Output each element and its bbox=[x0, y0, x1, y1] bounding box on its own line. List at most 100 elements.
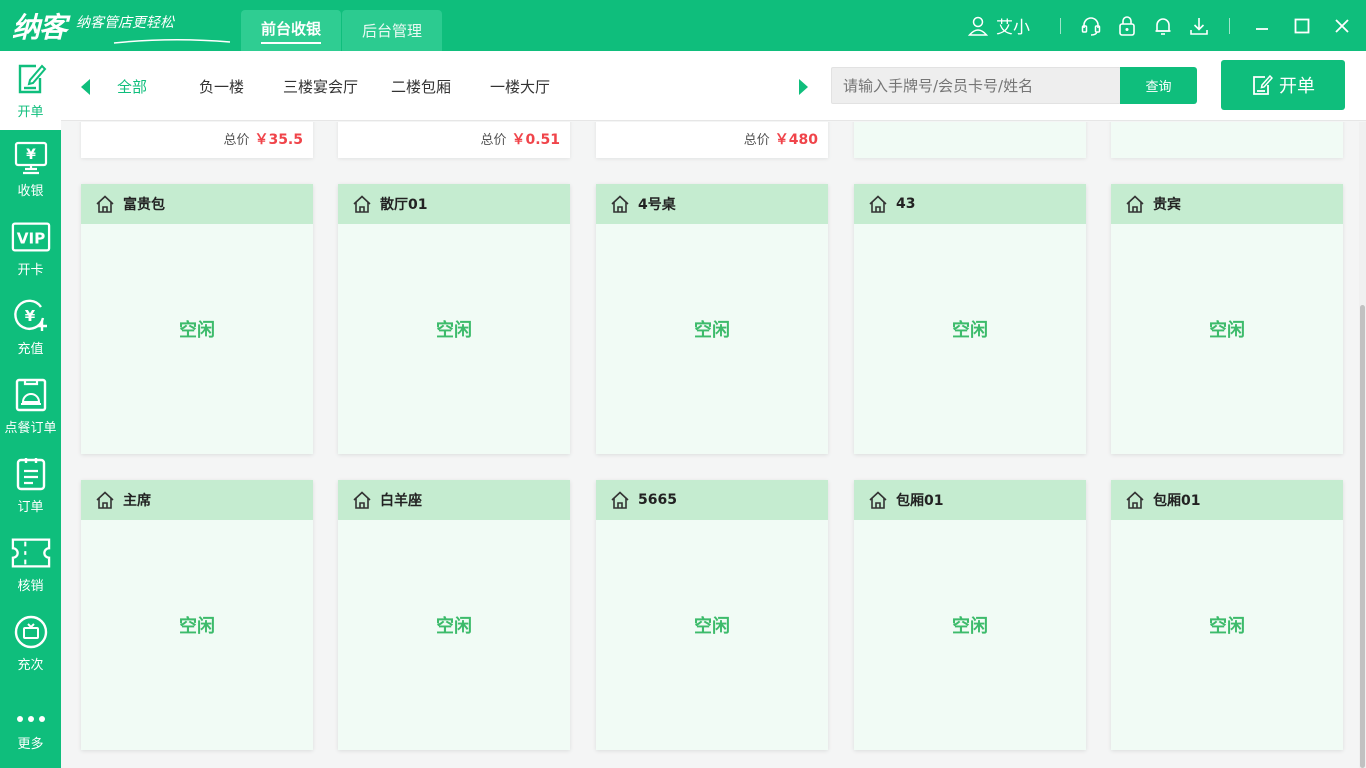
sidebar-item-open-order[interactable]: 开单 bbox=[0, 51, 61, 130]
tab-front-desk-label: 前台收银 bbox=[260, 18, 321, 44]
total-label: 总价 bbox=[223, 133, 250, 148]
card-total: 总价 ￥0.51 bbox=[480, 129, 560, 149]
top-bar: 纳客 纳客管店更轻松 前台收银 后台管理 艾小 bbox=[0, 0, 1366, 51]
table-name: 4号桌 bbox=[638, 197, 676, 213]
table-name: 43 bbox=[896, 196, 916, 212]
category-nav: 全部 负一楼 三楼宴会厅 二楼包厢 一楼大厅 查询 开单 bbox=[61, 51, 1366, 121]
search-button[interactable]: 查询 bbox=[1120, 67, 1197, 104]
open-order-button[interactable]: 开单 bbox=[1221, 60, 1345, 110]
sidebar-item-recharge-times[interactable]: 充次 bbox=[0, 604, 61, 683]
table-status: 空闲 bbox=[694, 320, 730, 341]
house-icon bbox=[353, 195, 371, 213]
table-name: 包厢01 bbox=[1153, 493, 1201, 509]
table-name: 主席 bbox=[123, 493, 151, 509]
sidebar: 开单 ¥ 收银 VIP 开卡 ¥ 充值 点餐订单 订单 核销 充次 更多 bbox=[0, 51, 61, 768]
card-header: 43 bbox=[854, 184, 1086, 224]
divider bbox=[1060, 17, 1061, 34]
table-card[interactable]: 5665 空闲 bbox=[596, 480, 828, 750]
table-card[interactable]: 贵宾 空闲 bbox=[1111, 184, 1343, 454]
sidebar-item-vip-card[interactable]: VIP 开卡 bbox=[0, 209, 61, 288]
top-right-controls: 艾小 bbox=[968, 0, 1366, 51]
table-card[interactable]: 白羊座 空闲 bbox=[338, 480, 570, 750]
card-header: 包厢01 bbox=[854, 480, 1086, 520]
order-icon bbox=[11, 454, 51, 494]
table-card[interactable]: 43 空闲 bbox=[854, 184, 1086, 454]
user-menu[interactable]: 艾小 bbox=[968, 13, 1030, 38]
next-category-icon[interactable] bbox=[798, 79, 808, 95]
table-card[interactable]: 包厢01 空闲 bbox=[854, 480, 1086, 750]
total-label: 总价 bbox=[480, 133, 507, 148]
total-label: 总价 bbox=[743, 133, 770, 148]
house-icon bbox=[1126, 491, 1144, 509]
sidebar-label: 开卡 bbox=[17, 263, 44, 278]
sidebar-item-verify[interactable]: 核销 bbox=[0, 525, 61, 604]
maximize-button[interactable] bbox=[1282, 0, 1322, 51]
headset-icon[interactable] bbox=[1079, 14, 1103, 38]
table-card-partial[interactable]: 总价 ￥0.51 bbox=[338, 122, 570, 158]
sidebar-item-meal-order[interactable]: 点餐订单 bbox=[0, 367, 61, 446]
table-card-partial[interactable]: 总价 ￥480 bbox=[596, 122, 828, 158]
open-order-icon bbox=[11, 59, 51, 99]
total-amount: ￥35.5 bbox=[254, 132, 303, 148]
table-card[interactable]: 4号桌 空闲 bbox=[596, 184, 828, 454]
table-card[interactable]: 散厅01 空闲 bbox=[338, 184, 570, 454]
card-header: 5665 bbox=[596, 480, 828, 520]
logo-text: 纳客 bbox=[12, 11, 67, 44]
table-name: 富贵包 bbox=[123, 197, 165, 213]
user-icon bbox=[968, 16, 988, 36]
close-icon bbox=[1335, 18, 1349, 33]
card-total: 总价 ￥480 bbox=[744, 129, 818, 149]
table-status: 空闲 bbox=[952, 320, 988, 341]
category-tab[interactable]: 负一楼 bbox=[199, 76, 244, 97]
house-icon bbox=[611, 491, 629, 509]
tab-backend-label: 后台管理 bbox=[361, 22, 422, 40]
lock-icon[interactable] bbox=[1115, 14, 1139, 38]
house-icon bbox=[869, 195, 887, 213]
vip-card-icon: VIP bbox=[11, 217, 51, 257]
scrollbar-thumb[interactable] bbox=[1360, 305, 1365, 768]
sidebar-item-cashier[interactable]: ¥ 收银 bbox=[0, 130, 61, 209]
cashier-icon: ¥ bbox=[11, 138, 51, 178]
category-tab[interactable]: 一楼大厅 bbox=[490, 76, 550, 97]
table-card-partial[interactable]: 总价 ￥35.5 bbox=[81, 122, 313, 158]
search-input[interactable] bbox=[831, 67, 1121, 104]
sidebar-item-more[interactable]: 更多 bbox=[0, 683, 61, 768]
maximize-icon bbox=[1294, 18, 1310, 33]
tab-backend[interactable]: 后台管理 bbox=[342, 10, 442, 51]
recharge-times-icon bbox=[11, 612, 51, 652]
card-header: 富贵包 bbox=[81, 184, 313, 224]
table-card[interactable]: 主席 空闲 bbox=[81, 480, 313, 750]
logo-slogan: 纳客管店更轻松 bbox=[76, 15, 175, 31]
recharge-icon: ¥ bbox=[11, 296, 51, 336]
sidebar-item-order[interactable]: 订单 bbox=[0, 446, 61, 525]
close-button[interactable] bbox=[1322, 0, 1362, 51]
category-tab[interactable]: 二楼包厢 bbox=[391, 76, 451, 97]
prev-category-icon[interactable] bbox=[81, 79, 91, 95]
sidebar-item-recharge[interactable]: ¥ 充值 bbox=[0, 288, 61, 367]
sidebar-label: 开单 bbox=[17, 105, 44, 120]
card-header: 主席 bbox=[81, 480, 313, 520]
category-tab[interactable]: 三楼宴会厅 bbox=[283, 76, 358, 97]
total-amount: ￥480 bbox=[774, 132, 818, 148]
verify-icon bbox=[11, 533, 51, 573]
table-status: 空闲 bbox=[694, 616, 730, 637]
table-name: 包厢01 bbox=[896, 493, 944, 509]
card-header: 4号桌 bbox=[596, 184, 828, 224]
table-card[interactable]: 包厢01 空闲 bbox=[1111, 480, 1343, 750]
sidebar-label: 订单 bbox=[17, 500, 44, 515]
table-status: 空闲 bbox=[179, 320, 215, 341]
table-card-partial[interactable] bbox=[1111, 122, 1343, 158]
category-tab-all[interactable]: 全部 bbox=[117, 76, 147, 97]
download-icon[interactable] bbox=[1187, 14, 1211, 38]
minimize-button[interactable] bbox=[1242, 0, 1282, 51]
sidebar-label: 充值 bbox=[17, 342, 44, 357]
table-card-partial[interactable] bbox=[854, 122, 1086, 158]
open-order-label: 开单 bbox=[1279, 76, 1315, 97]
minimize-icon bbox=[1256, 27, 1268, 30]
table-card[interactable]: 富贵包 空闲 bbox=[81, 184, 313, 454]
user-name: 艾小 bbox=[996, 18, 1030, 38]
svg-text:VIP: VIP bbox=[16, 230, 45, 248]
bell-icon[interactable] bbox=[1151, 14, 1175, 38]
tab-front-desk[interactable]: 前台收银 bbox=[241, 10, 341, 51]
meal-order-icon bbox=[11, 375, 51, 415]
